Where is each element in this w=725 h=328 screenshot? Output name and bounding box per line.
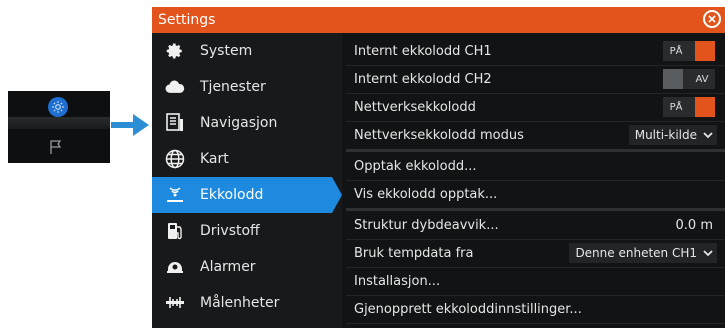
toggle-state: AV xyxy=(695,73,709,85)
sidebar-item-tjenester[interactable]: Tjenester xyxy=(152,69,340,105)
setting-label: Struktur dybdeavvik... xyxy=(354,217,499,233)
setting-row-internal-ch2[interactable]: Internt ekkolodd CH2 AV xyxy=(346,65,725,94)
sidebar-item-label: System xyxy=(200,43,253,59)
settings-sidebar: System Tjenester Navigasjon Kart Ekkolod… xyxy=(152,33,342,328)
setting-row-network-sonar[interactable]: Nettverksekkolodd PÅ xyxy=(346,93,725,122)
sidebar-item-label: Navigasjon xyxy=(200,115,278,131)
setting-label: Gjenopprett ekkoloddinnstillinger... xyxy=(354,301,582,317)
setting-row-install[interactable]: Installasjon... xyxy=(346,267,725,296)
setting-label: Installasjon... xyxy=(354,273,441,289)
setting-row-internal-ch1[interactable]: Internt ekkolodd CH1 PÅ xyxy=(346,37,725,66)
sidebar-item-label: Tjenester xyxy=(200,79,266,95)
network-mode-select[interactable]: Multi-kilde xyxy=(628,125,717,145)
sidebar-item-label: Alarmer xyxy=(200,259,256,275)
cloud-icon xyxy=(164,76,186,98)
alarm-icon xyxy=(164,256,186,278)
setting-label: Internt ekkolodd CH1 xyxy=(354,43,492,59)
temp-source-select[interactable]: Denne enheten CH1 xyxy=(569,243,717,263)
setting-label: Nettverksekkolodd modus xyxy=(354,127,524,143)
chevron-down-icon xyxy=(703,249,713,257)
setting-label: Bruk tempdata fra xyxy=(354,245,474,261)
gear-icon xyxy=(164,40,186,62)
setting-row-restore[interactable]: Gjenopprett ekkoloddinnstillinger... xyxy=(346,295,725,324)
settings-gear-icon xyxy=(48,97,68,117)
internal-ch2-toggle[interactable]: AV xyxy=(663,69,715,89)
units-icon xyxy=(164,292,186,314)
setting-row-record[interactable]: Opptak ekkolodd... xyxy=(346,152,725,181)
select-value: Multi-kilde xyxy=(634,128,697,142)
settings-content: Internt ekkolodd CH1 PÅ Internt ekkolodd… xyxy=(346,33,725,328)
thumbnail-preview xyxy=(8,91,110,163)
chevron-down-icon xyxy=(703,131,713,139)
select-value: Denne enheten CH1 xyxy=(575,246,697,260)
globe-icon xyxy=(164,148,186,170)
toggle-knob xyxy=(663,69,683,89)
setting-row-view-record[interactable]: Vis ekkolodd opptak... xyxy=(346,180,725,209)
sidebar-item-ekkolodd[interactable]: Ekkolodd xyxy=(152,177,342,213)
setting-row-network-mode[interactable]: Nettverksekkolodd modus Multi-kilde xyxy=(346,121,725,150)
toggle-knob xyxy=(695,97,715,117)
sidebar-item-drivstoff[interactable]: Drivstoff xyxy=(152,213,340,249)
depth-offset-value: 0.0 m xyxy=(675,217,713,233)
sidebar-item-label: Målenheter xyxy=(200,295,280,311)
sonar-icon xyxy=(164,184,186,206)
setting-label: Opptak ekkolodd... xyxy=(354,158,477,174)
setting-label: Nettverksekkolodd xyxy=(354,99,476,115)
internal-ch1-toggle[interactable]: PÅ xyxy=(663,41,715,61)
settings-window: Settings System Tjenester Navigasjon Kar… xyxy=(152,7,725,328)
sidebar-item-system[interactable]: System xyxy=(152,33,340,69)
fuel-icon xyxy=(164,220,186,242)
title-bar: Settings xyxy=(152,7,725,33)
setting-row-temp-source[interactable]: Bruk tempdata fra Denne enheten CH1 xyxy=(346,239,725,268)
setting-label: Internt ekkolodd CH2 xyxy=(354,71,492,87)
arrow-right-icon xyxy=(111,112,149,142)
close-button[interactable] xyxy=(703,10,721,28)
toggle-state: PÅ xyxy=(669,45,683,57)
flag-icon xyxy=(48,139,64,159)
toggle-knob xyxy=(695,41,715,61)
sidebar-item-navigasjon[interactable]: Navigasjon xyxy=(152,105,340,141)
network-sonar-toggle[interactable]: PÅ xyxy=(663,97,715,117)
sidebar-item-label: Ekkolodd xyxy=(200,187,264,203)
sidebar-item-malenheter[interactable]: Målenheter xyxy=(152,285,340,321)
close-icon xyxy=(708,15,716,23)
setting-label: Vis ekkolodd opptak... xyxy=(354,186,498,202)
toggle-state: PÅ xyxy=(669,101,683,113)
sidebar-item-label: Kart xyxy=(200,151,229,167)
navigation-icon xyxy=(164,112,186,134)
sidebar-item-kart[interactable]: Kart xyxy=(152,141,340,177)
sidebar-item-label: Drivstoff xyxy=(200,223,260,239)
sidebar-item-alarmer[interactable]: Alarmer xyxy=(152,249,340,285)
thumbnail-band xyxy=(8,117,110,129)
window-title: Settings xyxy=(158,12,216,28)
setting-row-depth-offset[interactable]: Struktur dybdeavvik... 0.0 m xyxy=(346,211,725,240)
